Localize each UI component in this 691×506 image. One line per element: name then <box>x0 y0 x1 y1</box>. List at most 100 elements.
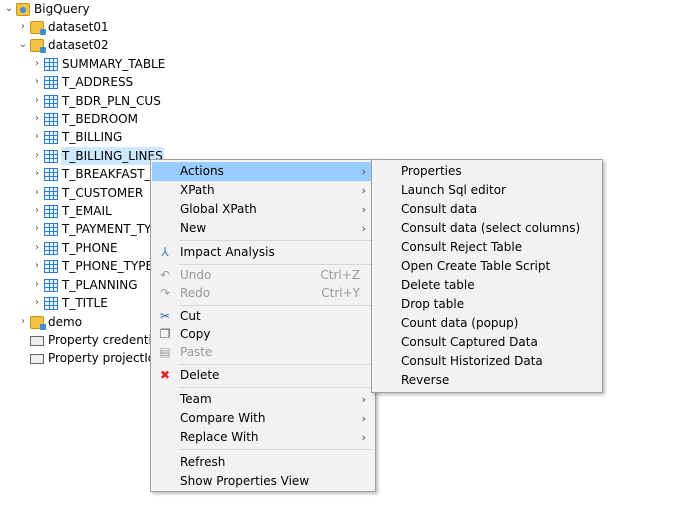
table-icon <box>44 278 58 292</box>
menu-item-xpath[interactable]: XPath › <box>152 181 374 200</box>
tree-node-table[interactable]: › T_BREAKFAST_PI <box>30 165 162 183</box>
chevron-right-icon[interactable]: › <box>30 239 44 257</box>
chevron-right-icon[interactable]: › <box>30 202 44 220</box>
impact-analysis-icon: ⅄ <box>161 245 169 259</box>
table-icon <box>44 259 58 273</box>
submenu-item-open-create-table-script[interactable]: Open Create Table Script <box>373 257 601 276</box>
menu-item-replace-with[interactable]: Replace With › <box>152 428 374 447</box>
chevron-right-icon[interactable]: › <box>30 110 44 128</box>
table-icon <box>44 149 58 163</box>
menu-item-copy[interactable]: ❐ Copy <box>152 325 374 344</box>
submenu-item-properties[interactable]: Properties <box>373 162 601 181</box>
chevron-down-icon[interactable]: ⌄ <box>2 0 16 18</box>
tree-node-table[interactable]: › T_TITLE <box>30 294 109 312</box>
chevron-right-icon: › <box>361 412 366 425</box>
menu-item-team[interactable]: Team › <box>152 390 374 409</box>
table-icon <box>44 204 58 218</box>
tree-node-property[interactable]: Property projectId <box>30 349 156 367</box>
tree-node-property[interactable]: Property credential <box>30 331 164 349</box>
actions-submenu: Properties Launch Sql editor Consult dat… <box>371 159 603 393</box>
chevron-right-icon[interactable]: › <box>30 73 44 91</box>
menu-item-paste[interactable]: ▤ Paste <box>152 343 374 362</box>
chevron-right-icon[interactable]: › <box>16 313 30 331</box>
menu-item-new[interactable]: New › <box>152 219 374 238</box>
menu-separator <box>179 240 371 241</box>
submenu-item-consult-captured-data[interactable]: Consult Captured Data <box>373 333 601 352</box>
chevron-right-icon: › <box>361 222 366 235</box>
menu-separator <box>179 305 371 306</box>
chevron-right-icon[interactable]: › <box>30 276 44 294</box>
tree-node-table[interactable]: › T_BEDROOM <box>30 110 139 128</box>
table-icon <box>44 186 58 200</box>
chevron-right-icon: › <box>361 393 366 406</box>
menu-separator <box>179 387 371 388</box>
table-icon <box>44 130 58 144</box>
chevron-right-icon[interactable]: › <box>30 257 44 275</box>
menu-item-actions[interactable]: Actions › <box>152 162 374 181</box>
menu-item-impact-analysis[interactable]: ⅄ Impact Analysis <box>152 243 374 262</box>
menu-item-redo[interactable]: ↷ Redo Ctrl+Y <box>152 284 374 303</box>
menu-separator <box>179 264 371 265</box>
submenu-item-consult-data[interactable]: Consult data <box>373 200 601 219</box>
chevron-right-icon: › <box>361 165 366 178</box>
tree-node-bigquery[interactable]: ⌄ BigQuery <box>2 0 91 18</box>
chevron-right-icon[interactable]: › <box>30 220 44 238</box>
tree-node-table[interactable]: › SUMMARY_TABLE <box>30 55 166 73</box>
tree-node-table[interactable]: › T_BDR_PLN_CUS <box>30 92 162 110</box>
submenu-item-drop-table[interactable]: Drop table <box>373 295 601 314</box>
menu-item-show-properties-view[interactable]: Show Properties View <box>152 472 374 491</box>
submenu-item-launch-sql-editor[interactable]: Launch Sql editor <box>373 181 601 200</box>
table-icon <box>44 222 58 236</box>
table-icon <box>44 167 58 181</box>
dataset-icon <box>30 315 46 330</box>
bigquery-icon <box>16 2 30 16</box>
table-icon <box>44 57 58 71</box>
menu-item-compare-with[interactable]: Compare With › <box>152 409 374 428</box>
chevron-down-icon[interactable]: ⌄ <box>16 36 30 54</box>
submenu-item-reverse[interactable]: Reverse <box>373 371 601 390</box>
submenu-item-delete-table[interactable]: Delete table <box>373 276 601 295</box>
tree-node-dataset01[interactable]: › dataset01 <box>16 18 110 36</box>
table-icon <box>44 94 58 108</box>
chevron-right-icon[interactable]: › <box>30 165 44 183</box>
tree-node-table[interactable]: › T_CUSTOMER <box>30 184 144 202</box>
menu-item-global-xpath[interactable]: Global XPath › <box>152 200 374 219</box>
menu-separator <box>179 449 371 450</box>
copy-icon: ❐ <box>159 327 171 341</box>
tree-node-table[interactable]: › T_PHONE <box>30 239 119 257</box>
undo-icon: ↶ <box>159 268 171 282</box>
tree-node-dataset02[interactable]: ⌄ dataset02 <box>16 36 110 54</box>
context-menu: Actions › XPath › Global XPath › New › ⅄ Impa… <box>150 159 376 492</box>
menu-item-undo[interactable]: ↶ Undo Ctrl+Z <box>152 266 374 285</box>
submenu-item-count-data-popup[interactable]: Count data (popup) <box>373 314 601 333</box>
chevron-right-icon[interactable]: › <box>16 18 30 36</box>
submenu-item-consult-data-select-columns[interactable]: Consult data (select columns) <box>373 219 601 238</box>
tree-node-table-selected[interactable]: › T_BILLING_LINES <box>30 147 164 165</box>
tree-node-table[interactable]: › T_EMAIL <box>30 202 113 220</box>
chevron-right-icon[interactable]: › <box>30 92 44 110</box>
dataset-icon <box>30 20 46 35</box>
menu-item-refresh[interactable]: Refresh <box>152 453 374 472</box>
submenu-item-consult-reject-table[interactable]: Consult Reject Table <box>373 238 601 257</box>
paste-icon: ▤ <box>159 345 171 359</box>
chevron-right-icon[interactable]: › <box>30 147 44 165</box>
redo-icon: ↷ <box>159 286 171 300</box>
chevron-right-icon[interactable]: › <box>30 184 44 202</box>
chevron-right-icon: › <box>361 431 366 444</box>
tree-node-table[interactable]: › T_PHONE_TYPE <box>30 257 154 275</box>
table-icon <box>44 75 58 89</box>
tree-node-demo[interactable]: › demo <box>16 313 83 331</box>
menu-item-cut[interactable]: ✂ Cut <box>152 307 374 326</box>
chevron-right-icon[interactable]: › <box>30 294 44 312</box>
tree-node-table[interactable]: › T_BILLING <box>30 128 123 146</box>
chevron-right-icon: › <box>361 203 366 216</box>
tree-node-table[interactable]: › T_ADDRESS <box>30 73 134 91</box>
submenu-item-consult-historized-data[interactable]: Consult Historized Data <box>373 352 601 371</box>
chevron-right-icon[interactable]: › <box>30 55 44 73</box>
menu-item-delete[interactable]: ✖ Delete <box>152 366 374 385</box>
chevron-right-icon[interactable]: › <box>30 128 44 146</box>
chevron-right-icon: › <box>361 184 366 197</box>
tree-node-table[interactable]: › T_PLANNING <box>30 276 139 294</box>
property-icon <box>30 336 44 346</box>
tree-node-table[interactable]: › T_PAYMENT_TYP <box>30 220 160 238</box>
